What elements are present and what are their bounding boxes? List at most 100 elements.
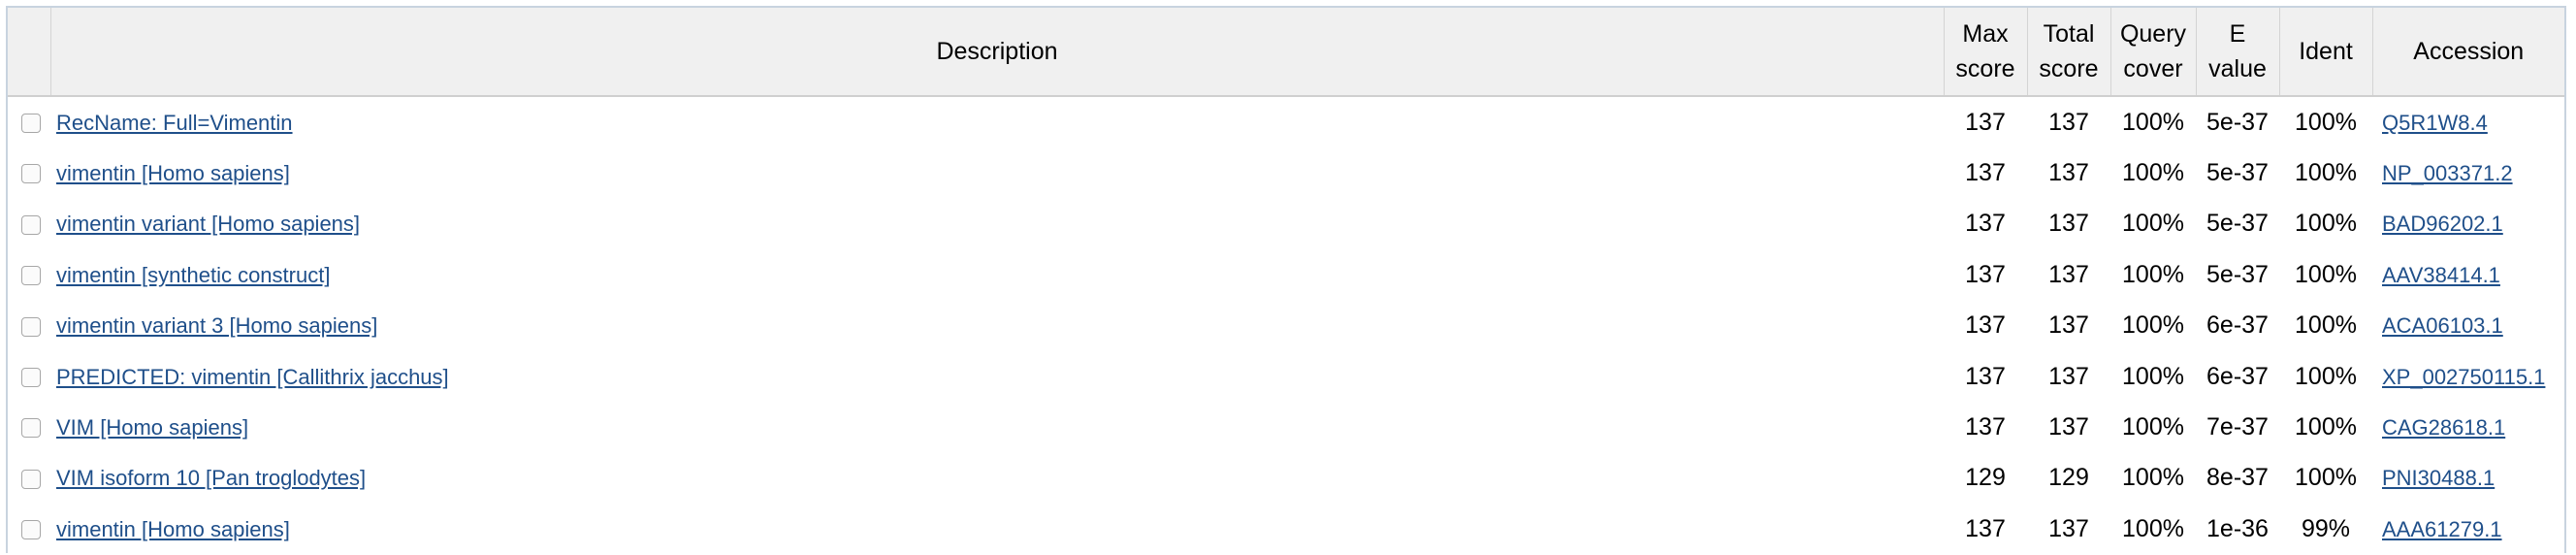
accession-cell: BAD96202.1 xyxy=(2372,199,2564,249)
ident-cell: 100% xyxy=(2295,311,2357,340)
total-score-cell: 129 xyxy=(2048,464,2089,492)
description-cell: VIM [Homo sapiens] xyxy=(50,402,1944,452)
query-cover-column-header[interactable]: Query cover xyxy=(2110,8,2197,97)
total-score-column-header[interactable]: Total score xyxy=(2027,8,2111,97)
description-link[interactable]: RecName: Full=Vimentin xyxy=(56,111,293,135)
accession-cell: XP_002750115.1 xyxy=(2372,351,2564,402)
accession-link[interactable]: NP_003371.2 xyxy=(2382,161,2513,185)
table-row: VIM [Homo sapiens] 137 137 100% 7e-37 10… xyxy=(8,402,2564,452)
description-cell: vimentin [Homo sapiens] xyxy=(50,504,1944,554)
query-cover-cell: 100% xyxy=(2122,210,2184,238)
max-score-cell: 129 xyxy=(1965,464,2006,492)
row-checkbox[interactable] xyxy=(21,164,41,184)
accession-link[interactable]: AAV38414.1 xyxy=(2382,263,2500,287)
accession-link[interactable]: AAA61279.1 xyxy=(2382,517,2502,541)
table-row: vimentin variant 3 [Homo sapiens] 137 13… xyxy=(8,301,2564,351)
table-row: PREDICTED: vimentin [Callithrix jacchus]… xyxy=(8,351,2564,402)
e-value-cell: 1e-36 xyxy=(2206,514,2269,542)
row-select-cell xyxy=(8,147,50,198)
e-value-cell: 5e-37 xyxy=(2206,210,2269,238)
description-cell: PREDICTED: vimentin [Callithrix jacchus] xyxy=(50,351,1944,402)
max-score-cell: 137 xyxy=(1965,108,2006,136)
table-row: vimentin [Homo sapiens] 137 137 100% 5e-… xyxy=(8,147,2564,198)
row-checkbox[interactable] xyxy=(21,266,41,286)
row-select-cell xyxy=(8,453,50,504)
row-checkbox[interactable] xyxy=(21,214,41,235)
description-cell: vimentin variant [Homo sapiens] xyxy=(50,199,1944,249)
max-score-cell: 137 xyxy=(1965,260,2006,288)
description-link[interactable]: vimentin variant [Homo sapiens] xyxy=(56,212,360,236)
description-link[interactable]: vimentin variant 3 [Homo sapiens] xyxy=(56,313,377,338)
accession-link[interactable]: CAG28618.1 xyxy=(2382,415,2505,440)
max-score-column-header[interactable]: Max score xyxy=(1944,8,2028,97)
row-select-cell xyxy=(8,402,50,452)
table-row: vimentin [Homo sapiens] 137 137 100% 1e-… xyxy=(8,504,2564,554)
description-link[interactable]: VIM [Homo sapiens] xyxy=(56,415,248,440)
ident-cell: 100% xyxy=(2295,159,2357,187)
accession-link[interactable]: PNI30488.1 xyxy=(2382,466,2495,490)
total-score-cell: 137 xyxy=(2048,514,2089,542)
accession-link[interactable]: XP_002750115.1 xyxy=(2382,365,2545,389)
row-select-cell xyxy=(8,96,50,147)
table-row: RecName: Full=Vimentin 137 137 100% 5e-3… xyxy=(8,96,2564,147)
ident-cell: 100% xyxy=(2295,210,2357,238)
query-cover-cell: 100% xyxy=(2122,464,2184,492)
e-value-cell: 5e-37 xyxy=(2206,260,2269,288)
total-score-cell: 137 xyxy=(2048,413,2089,441)
table-row: vimentin [synthetic construct] 137 137 1… xyxy=(8,249,2564,300)
description-column-header[interactable]: Description xyxy=(50,8,1945,97)
accession-cell: AAV38414.1 xyxy=(2372,249,2564,300)
results-table: Description Max score Total score Query cov… xyxy=(8,8,2564,555)
accession-column-header[interactable]: Accession xyxy=(2372,8,2564,97)
table-row: VIM isoform 10 [Pan troglodytes] 129 129… xyxy=(8,453,2564,504)
accession-link[interactable]: Q5R1W8.4 xyxy=(2382,111,2488,135)
accession-link[interactable]: ACA06103.1 xyxy=(2382,313,2503,338)
e-value-cell: 5e-37 xyxy=(2206,159,2269,187)
ident-cell: 99% xyxy=(2301,514,2351,542)
total-score-cell: 137 xyxy=(2048,159,2089,187)
row-checkbox[interactable] xyxy=(21,469,41,489)
accession-link[interactable]: BAD96202.1 xyxy=(2382,212,2503,236)
row-checkbox[interactable] xyxy=(21,368,41,388)
max-score-cell: 137 xyxy=(1965,210,2006,238)
description-link[interactable]: vimentin [Homo sapiens] xyxy=(56,161,290,185)
accession-cell: PNI30488.1 xyxy=(2372,453,2564,504)
query-cover-cell: 100% xyxy=(2122,311,2184,340)
row-select-cell xyxy=(8,301,50,351)
description-link[interactable]: PREDICTED: vimentin [Callithrix jacchus] xyxy=(56,365,449,389)
description-cell: vimentin variant 3 [Homo sapiens] xyxy=(50,301,1944,351)
accession-cell: AAA61279.1 xyxy=(2372,504,2564,554)
ident-cell: 100% xyxy=(2295,362,2357,390)
description-cell: RecName: Full=Vimentin xyxy=(50,96,1944,147)
max-score-cell: 137 xyxy=(1965,362,2006,390)
ident-column-header[interactable]: Ident xyxy=(2279,8,2373,97)
accession-cell: CAG28618.1 xyxy=(2372,402,2564,452)
row-select-cell xyxy=(8,249,50,300)
row-checkbox[interactable] xyxy=(21,520,41,540)
query-cover-cell: 100% xyxy=(2122,413,2184,441)
query-cover-cell: 100% xyxy=(2122,108,2184,136)
max-score-cell: 137 xyxy=(1965,311,2006,340)
ident-cell: 100% xyxy=(2295,108,2357,136)
e-value-column-header[interactable]: Evalue xyxy=(2196,8,2280,97)
row-checkbox[interactable] xyxy=(21,114,41,134)
total-score-cell: 137 xyxy=(2048,311,2089,340)
max-score-cell: 137 xyxy=(1965,413,2006,441)
total-score-cell: 137 xyxy=(2048,210,2089,238)
query-cover-cell: 100% xyxy=(2122,260,2184,288)
query-cover-cell: 100% xyxy=(2122,159,2184,187)
description-link[interactable]: vimentin [synthetic construct] xyxy=(56,263,330,287)
description-link[interactable]: VIM isoform 10 [Pan troglodytes] xyxy=(56,466,366,490)
row-select-cell xyxy=(8,199,50,249)
total-score-cell: 137 xyxy=(2048,108,2089,136)
table-header-row: Description Max score Total score Query cov… xyxy=(8,8,2564,97)
ident-cell: 100% xyxy=(2295,260,2357,288)
select-column-header xyxy=(8,8,51,97)
max-score-cell: 137 xyxy=(1965,159,2006,187)
e-value-cell: 6e-37 xyxy=(2206,311,2269,340)
row-checkbox[interactable] xyxy=(21,316,41,337)
description-link[interactable]: vimentin [Homo sapiens] xyxy=(56,517,290,541)
total-score-cell: 137 xyxy=(2048,362,2089,390)
row-checkbox[interactable] xyxy=(21,418,41,439)
table-row: vimentin variant [Homo sapiens] 137 137 … xyxy=(8,199,2564,249)
